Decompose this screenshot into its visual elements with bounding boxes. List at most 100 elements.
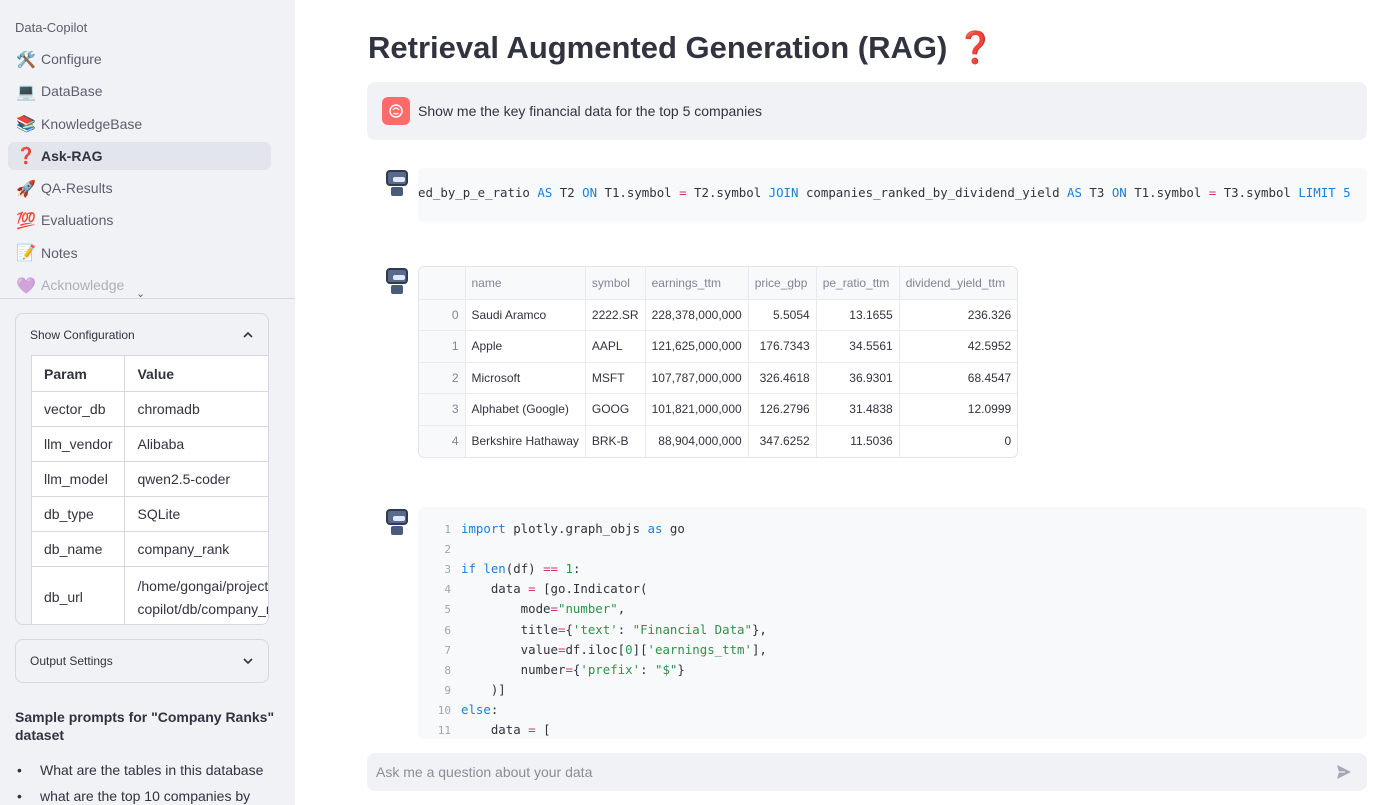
table-row: 4 Berkshire Hathaway BRK-B 88,904,000,00…: [419, 425, 1017, 457]
output-expander-label: Output Settings: [30, 654, 113, 668]
column-header-price[interactable]: price_gbp: [748, 267, 817, 300]
page-title-text: Retrieval Augmented Generation (RAG): [368, 30, 948, 65]
table-cell[interactable]: 126.2796: [748, 393, 817, 426]
sidebar-nav: 🛠️ Configure 💻 DataBase 📚 KnowledgeBase …: [8, 45, 271, 303]
robot-avatar-icon: [384, 266, 410, 294]
table-row: db_type SQLite: [30, 496, 268, 532]
db-url-line-2: copilot/db/company_rank: [137, 600, 269, 617]
value-cell: SQLite: [124, 496, 268, 532]
table-cell[interactable]: 36.9301: [816, 362, 900, 394]
python-code-block[interactable]: 1 import plotly.graph_objs as go 2 3 if le…: [418, 507, 1367, 739]
code-line: 8 number={'prefix': "$"}: [444, 662, 685, 677]
robot-avatar-icon: [384, 168, 410, 196]
config-expander: Show Configuration Param Value vector_db…: [15, 313, 269, 625]
sidebar-item-ask-rag[interactable]: ❓ Ask-RAG: [8, 141, 271, 170]
main-area: Retrieval Augmented Generation (RAG) ❓ S…: [295, 0, 1391, 805]
table-cell[interactable]: GOOG: [585, 393, 646, 426]
table-cell[interactable]: 236.326: [899, 299, 1018, 331]
code-line: 7 value=df.iloc[0]['earnings_ttm'],: [444, 642, 767, 657]
sidebar-item-evaluations[interactable]: 💯 Evaluations: [8, 206, 271, 234]
sidebar-item-knowledgebase[interactable]: 📚 KnowledgeBase: [8, 110, 271, 138]
code-line: 4 data = [go.Indicator(: [444, 581, 648, 596]
sample-prompts-title: Sample prompts for "Company Ranks" datas…: [15, 709, 275, 743]
table-cell[interactable]: 5.5054: [748, 299, 817, 331]
result-dataframe[interactable]: name symbol earnings_ttm price_gbp pe_ra…: [418, 266, 1019, 458]
value-cell: /home/gongai/projects/go copilot/db/comp…: [124, 566, 269, 624]
index-header[interactable]: [419, 267, 466, 300]
column-header-symbol[interactable]: symbol: [585, 267, 646, 300]
sidebar-item-label: Evaluations: [41, 212, 114, 229]
table-cell[interactable]: Apple: [465, 330, 586, 363]
chat-input[interactable]: [367, 753, 1317, 791]
sql-code-block[interactable]: ed_by_p_e_ratio AS T2 ON T1.symbol = T2.…: [418, 168, 1367, 222]
code-line: 9 )]: [444, 682, 506, 697]
sidebar-item-label: QA-Results: [41, 180, 113, 197]
table-cell[interactable]: Alphabet (Google): [465, 393, 586, 426]
table-cell[interactable]: 34.5561: [816, 330, 900, 363]
memo-icon: 📝: [16, 243, 36, 263]
column-header-name[interactable]: name: [465, 267, 586, 300]
table-cell[interactable]: 228,378,000,000: [645, 299, 749, 331]
table-cell[interactable]: Microsoft: [465, 362, 586, 394]
output-expander-header[interactable]: Output Settings: [16, 640, 268, 682]
sidebar: Data-Copilot 🛠️ Configure 💻 DataBase 📚 K…: [0, 0, 295, 805]
sidebar-item-label: KnowledgeBase: [41, 115, 143, 132]
table-row: 0 Saudi Aramco 2222.SR 228,378,000,000 5…: [419, 299, 1018, 331]
param-cell: db_type: [30, 496, 126, 532]
column-header: Param: [30, 355, 126, 392]
param-cell: db_url: [30, 566, 126, 624]
purple-heart-icon: 💜: [16, 275, 36, 295]
table-row: db_url /home/gongai/projects/go copilot/…: [30, 566, 269, 624]
output-settings-expander[interactable]: Output Settings: [15, 639, 269, 683]
table-row: llm_model qwen2.5-coder: [30, 461, 268, 497]
table-row: 3 Alphabet (Google) GOOG 101,821,000,000…: [419, 393, 1018, 426]
param-cell: db_name: [30, 531, 126, 567]
sidebar-item-database[interactable]: 💻 DataBase: [8, 77, 271, 105]
table-cell[interactable]: AAPL: [585, 330, 646, 363]
table-cell[interactable]: 31.4838: [816, 393, 900, 426]
user-question-text: Show me the key financial data for the t…: [418, 103, 762, 119]
column-header-pe-ratio[interactable]: pe_ratio_ttm: [816, 267, 900, 300]
table-cell[interactable]: 347.6252: [748, 425, 817, 457]
config-table: Param Value vector_db chromadb llm_vendo…: [30, 355, 269, 624]
sample-prompts-list: What are the tables in this database wha…: [15, 762, 275, 805]
list-item: what are the top 10 companies by: [15, 788, 275, 805]
table-cell[interactable]: Berkshire Hathaway: [465, 425, 586, 457]
value-cell: chromadb: [124, 391, 268, 427]
table-cell[interactable]: 12.0999: [899, 393, 1018, 426]
table-cell[interactable]: 101,821,000,000: [645, 393, 749, 426]
value-cell: company_rank: [124, 531, 268, 567]
table-cell[interactable]: MSFT: [585, 362, 646, 394]
table-cell[interactable]: BRK-B: [585, 425, 646, 457]
table-cell[interactable]: 2222.SR: [585, 299, 646, 331]
table-cell[interactable]: 13.1655: [816, 299, 900, 331]
laptop-icon: 💻: [16, 81, 36, 101]
sidebar-item-label: Notes: [41, 244, 78, 261]
table-cell[interactable]: 107,787,000,000: [645, 362, 749, 394]
table-cell[interactable]: 88,904,000,000: [645, 425, 749, 457]
user-chat-message: Show me the key financial data for the t…: [367, 82, 1367, 140]
table-cell[interactable]: 176.7343: [748, 330, 817, 363]
table-cell[interactable]: 326.4618: [748, 362, 817, 394]
column-header-earnings[interactable]: earnings_ttm: [645, 267, 749, 300]
sidebar-divider: [0, 298, 295, 299]
question-mark-icon: ❓: [955, 30, 995, 65]
sidebar-item-notes[interactable]: 📝 Notes: [8, 239, 271, 267]
table-cell[interactable]: 11.5036: [816, 425, 900, 457]
code-line: 5 mode="number",: [444, 601, 626, 616]
chat-input-container: [367, 753, 1367, 791]
table-cell[interactable]: Saudi Aramco: [465, 299, 586, 331]
column-header: Value: [124, 355, 268, 392]
sidebar-item-configure[interactable]: 🛠️ Configure: [8, 45, 271, 73]
books-icon: 📚: [16, 114, 36, 134]
row-index: 3: [419, 393, 466, 426]
sidebar-item-label: Acknowledge: [41, 277, 125, 294]
column-header-dividend-yield[interactable]: dividend_yield_ttm: [899, 267, 1018, 300]
table-cell[interactable]: 121,625,000,000: [645, 330, 749, 363]
hundred-points-icon: 💯: [16, 210, 36, 230]
sidebar-item-qa-results[interactable]: 🚀 QA-Results: [8, 174, 271, 202]
table-cell[interactable]: 42.5952: [899, 330, 1018, 363]
table-cell[interactable]: 0: [899, 425, 1017, 457]
table-cell[interactable]: 68.4547: [899, 362, 1018, 394]
send-icon[interactable]: [1335, 763, 1353, 781]
